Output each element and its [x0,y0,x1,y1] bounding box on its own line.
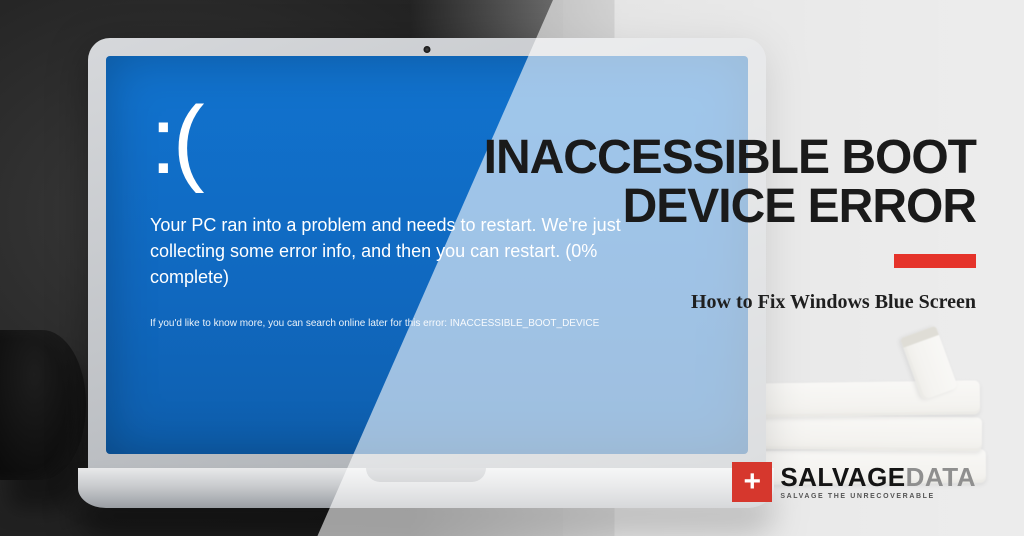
webcam-icon [424,46,431,53]
logo-word-data: DATA [906,464,976,490]
headline-block: INACCESSIBLE BOOT DEVICE ERROR How to Fi… [484,134,976,314]
brand-logo: + SALVAGEDATA SALVAGE THE UNRECOVERABLE [732,462,976,502]
coffee-mug [0,330,86,480]
logo-wordmark: SALVAGEDATA [780,464,976,490]
headline-subhead: How to Fix Windows Blue Screen [484,291,976,314]
headline-title: INACCESSIBLE BOOT DEVICE ERROR [484,134,976,232]
headline-line1: INACCESSIBLE BOOT [484,131,976,184]
headline-line2: DEVICE ERROR [623,180,976,233]
promo-graphic: :( Your PC ran into a problem and needs … [0,0,1024,536]
logo-tagline: SALVAGE THE UNRECOVERABLE [780,493,976,500]
logo-text: SALVAGEDATA SALVAGE THE UNRECOVERABLE [780,464,976,500]
logo-word-salvage: SALVAGE [780,464,905,490]
accent-bar [894,254,976,268]
plus-icon: + [732,462,772,502]
